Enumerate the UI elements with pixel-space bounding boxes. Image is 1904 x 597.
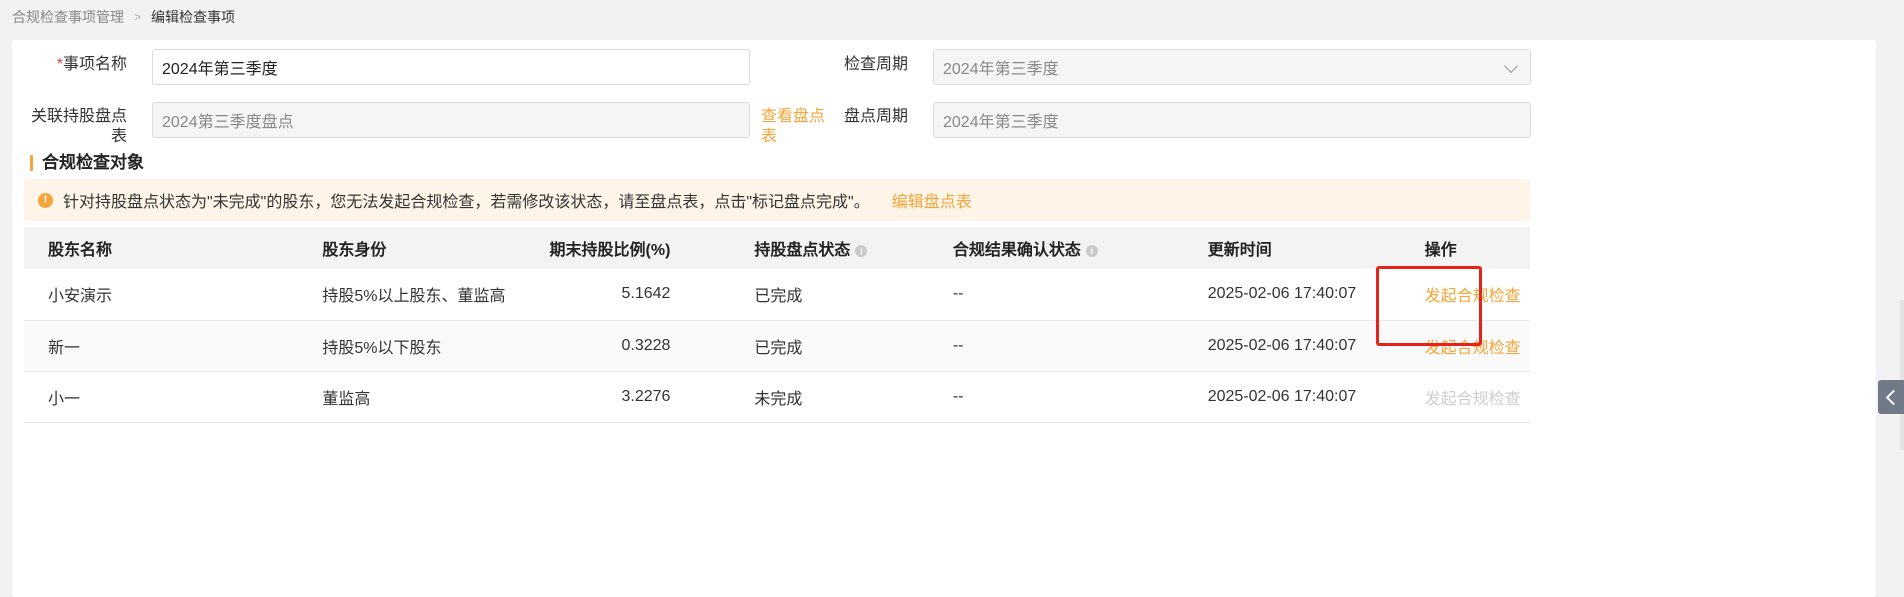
- start-check-button-disabled: 发起合规检查: [1424, 390, 1521, 408]
- scrollbar[interactable]: [1900, 300, 1904, 450]
- breadcrumb-parent[interactable]: 合规检查事项管理: [12, 7, 124, 27]
- warning-icon: !: [38, 192, 53, 208]
- check-period-select[interactable]: 2024年第三季度: [933, 49, 1531, 85]
- cell-confirm-status: --: [922, 320, 1178, 372]
- cell-updated: 2025-02-06 17:40:07: [1177, 371, 1405, 423]
- cell-updated: 2025-02-06 17:40:07: [1177, 269, 1405, 321]
- info-icon[interactable]: i: [1085, 245, 1098, 257]
- edit-sheet-link[interactable]: 编辑盘点表: [892, 188, 972, 212]
- header-ratio: 期末持股比例(%): [549, 242, 671, 259]
- inventory-period-input: 2024年第三季度: [933, 102, 1531, 138]
- cell-identity: 持股5%以上股东、董监高: [292, 269, 550, 321]
- breadcrumb: 合规检查事项管理 > 编辑检查事项: [12, 7, 235, 27]
- section-title: 合规检查对象: [30, 153, 144, 173]
- inventory-period-value: 2024年第三季度: [943, 114, 1059, 131]
- header-name: 股东名称: [48, 242, 113, 259]
- header-updated: 更新时间: [1207, 242, 1272, 259]
- info-icon[interactable]: i: [855, 245, 868, 257]
- header-confirm-status: 合规结果确认状态 i: [923, 227, 1178, 269]
- cell-ratio: 5.1642: [549, 269, 707, 321]
- linked-sheet-input: 2024第三季度盘点: [152, 102, 750, 138]
- inventory-period-label: 盘点周期: [843, 108, 908, 125]
- cell-ratio: 3.2276: [549, 371, 707, 423]
- item-name-input[interactable]: 2024年第三季度: [152, 49, 750, 85]
- cell-identity: 持股5%以下股东: [292, 320, 550, 372]
- cell-confirm-status: --: [922, 371, 1178, 423]
- cell-identity: 董监高: [292, 371, 550, 423]
- check-period-label: 检查周期: [843, 56, 908, 73]
- header-identity: 股东身份: [322, 242, 387, 259]
- start-check-button[interactable]: 发起合规检查: [1425, 288, 1521, 305]
- alert-message: 针对持股盘点状态为"未完成"的股东，您无法发起合规检查，若需修改该状态，请至盘点…: [63, 194, 870, 211]
- item-name-label: *事项名称: [56, 56, 127, 73]
- side-panel-toggle[interactable]: [1878, 380, 1904, 414]
- table-row: 小安演示 持股5%以上股东、董监高 5.1642 已完成 -- 2025-02-…: [24, 269, 1530, 321]
- cell-ratio: 0.3228: [549, 320, 707, 372]
- breadcrumb-current: 编辑检查事项: [151, 9, 236, 25]
- cell-name: 小一: [24, 371, 293, 423]
- linked-sheet-label: 关联持股盘点表: [30, 108, 127, 145]
- check-period-value: 2024年第三季度: [943, 61, 1059, 78]
- cell-action: 发起合规检查: [1404, 269, 1530, 321]
- table-row: 新一 持股5%以下股东 0.3228 已完成 -- 2025-02-06 17:…: [24, 320, 1530, 372]
- header-action: 操作: [1424, 242, 1457, 259]
- table-header-row: 股东名称 股东身份 期末持股比例(%) 持股盘点状态 i 合规结果确认状态 i 更新…: [24, 227, 1530, 269]
- cell-confirm-status: --: [922, 269, 1178, 321]
- chevron-left-icon: [1885, 389, 1902, 405]
- header-inventory-status: 持股盘点状态 i: [706, 227, 922, 269]
- item-name-value: 2024年第三季度: [162, 61, 278, 78]
- shareholder-table: 股东名称 股东身份 期末持股比例(%) 持股盘点状态 i 合规结果确认状态 i 更新…: [24, 227, 1530, 423]
- warning-alert: ! 针对持股盘点状态为"未完成"的股东，您无法发起合规检查，若需修改该状态，请至…: [24, 179, 1530, 221]
- cell-name: 新一: [24, 320, 293, 372]
- cell-updated: 2025-02-06 17:40:07: [1177, 320, 1405, 372]
- content-card: *事项名称 2024年第三季度 检查周期 2024年第三季度 关联持股盘点表 2…: [12, 40, 1876, 597]
- cell-action: 发起合规检查: [1404, 371, 1530, 423]
- cell-name: 小安演示: [24, 269, 293, 321]
- linked-sheet-value: 2024第三季度盘点: [162, 114, 294, 131]
- cell-inventory-status: 未完成: [706, 371, 923, 423]
- cell-inventory-status: 已完成: [706, 269, 923, 321]
- cell-action: 发起合规检查: [1404, 320, 1530, 372]
- table-row: 小一 董监高 3.2276 未完成 -- 2025-02-06 17:40:07…: [24, 371, 1530, 423]
- start-check-button[interactable]: 发起合规检查: [1425, 340, 1521, 357]
- cell-inventory-status: 已完成: [706, 320, 923, 372]
- chevron-down-icon: [1503, 58, 1519, 74]
- view-sheet-link[interactable]: 查看盘点表: [761, 107, 833, 145]
- breadcrumb-separator-icon: >: [134, 10, 142, 24]
